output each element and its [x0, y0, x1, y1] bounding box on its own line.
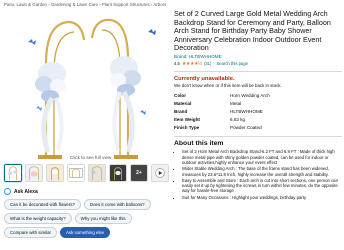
thumbnail-3[interactable] — [46, 164, 64, 182]
more-thumbnails-button[interactable]: 2+ — [130, 164, 148, 182]
divider — [174, 135, 342, 137]
spec-key: Item Weight — [174, 117, 200, 123]
about-bullet: Easy to Assemble and Store : Each arch i… — [182, 178, 342, 194]
product-title: Set of 2 Curved Large Gold Metal Wedding… — [174, 9, 331, 53]
rating-value: 4.5 — [174, 61, 180, 67]
thumbnail-image — [110, 165, 126, 181]
ask-something-else-button[interactable]: Ask something else — [60, 227, 111, 238]
spec-value: Powder Coated — [230, 125, 262, 131]
question-chips: Can it be decorated with flowers? Does i… — [4, 199, 172, 238]
main-product-image[interactable] — [8, 12, 170, 164]
spec-value: HLTBWHHOME — [230, 109, 263, 115]
compare-similar-chip[interactable]: Compare with similar — [4, 227, 57, 238]
thumbnail-1[interactable] — [4, 164, 22, 182]
play-icon — [152, 165, 168, 181]
thumbnail-4[interactable] — [67, 164, 85, 182]
breadcrumb[interactable]: Patio, Lawn & Garden › Gardening & Lawn … — [4, 2, 166, 7]
product-details: Set of 2 Curved Large Gold Metal Wedding… — [174, 9, 342, 201]
spec-key: Color — [174, 93, 186, 99]
spec-value: 6.83 kg — [230, 117, 246, 123]
search-this-page-link[interactable]: Search this page — [216, 61, 247, 66]
divider — [174, 70, 342, 72]
spec-key: Finish Type — [174, 125, 200, 131]
ask-alexa-header: Ask Alexa — [4, 188, 172, 195]
about-title: About this item — [174, 140, 224, 148]
about-bullet: Set of 2 Horn Metal Arch Backdrop Stand-… — [182, 149, 342, 165]
about-bullet: Wider Stable Wedding Arch : The base of … — [182, 166, 342, 177]
availability-status: Currently unavailable. — [174, 75, 235, 82]
spec-row: Item Weight 6.83 kg — [174, 116, 342, 124]
thumbnail-image — [89, 165, 105, 181]
star-rating-icon[interactable]: ★★★★½ — [182, 61, 203, 67]
thumbnail-6[interactable] — [109, 164, 127, 182]
thumbnail-image — [68, 165, 84, 181]
thumbnail-2[interactable] — [25, 164, 43, 182]
availability-note: We don't know when or if this item will … — [174, 82, 282, 88]
question-chip[interactable]: Why you might like this — [74, 213, 132, 224]
about-bullet: Suit for Many Occasions : Highlight your… — [182, 195, 342, 200]
spec-key: Material — [174, 101, 192, 107]
spec-value: Metal — [230, 101, 242, 107]
spec-table: Color Horn Wedding Arch Material Metal Bra… — [174, 92, 342, 132]
thumbnail-image — [26, 165, 42, 181]
spec-key: Brand — [174, 109, 188, 115]
full-view-link[interactable]: Click to see full view — [70, 155, 111, 160]
ask-alexa-panel: Ask Alexa Can it be decorated with flowe… — [4, 188, 172, 238]
question-chip[interactable]: Does it come with balloons? — [83, 199, 151, 210]
thumbnail-video[interactable] — [151, 164, 169, 182]
rating-count[interactable]: (31) — [204, 61, 211, 66]
question-chip[interactable]: What is the weight capacity? — [4, 213, 72, 224]
thumbnail-strip: 2+ — [4, 164, 169, 182]
thumbnail-image — [5, 165, 21, 181]
divider: | — [213, 61, 215, 67]
thumbnail-image — [47, 165, 63, 181]
spec-row: Finish Type Powder Coated — [174, 124, 342, 132]
rating-row: 4.5 ★★★★½ (31) | Search this page — [174, 61, 342, 67]
alexa-icon — [4, 188, 11, 195]
about-bullets: Set of 2 Horn Metal Arch Backdrop Stand-… — [174, 149, 342, 200]
brand-link[interactable]: Brand: HLTBWHHOME — [174, 54, 342, 59]
spec-row: Material Metal — [174, 100, 342, 108]
question-chip[interactable]: Can it be decorated with flowers? — [4, 199, 81, 210]
spec-row: Color Horn Wedding Arch — [174, 92, 342, 100]
ask-alexa-title: Ask Alexa — [14, 188, 38, 195]
spec-value: Horn Wedding Arch — [230, 93, 270, 99]
thumbnail-5[interactable] — [88, 164, 106, 182]
spec-row: Brand HLTBWHHOME — [174, 108, 342, 116]
arch-image — [8, 12, 170, 164]
